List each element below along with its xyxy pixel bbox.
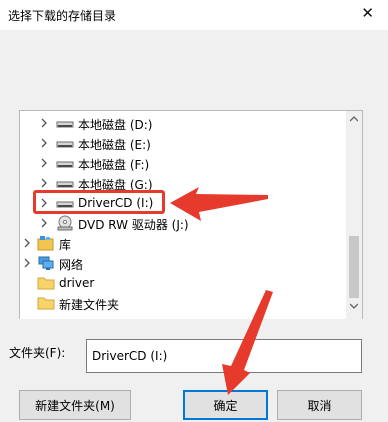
tree-item-label: 本地磁盘 (E:): [78, 138, 151, 152]
drive-icon: [56, 181, 74, 188]
tree-item-drive-d[interactable]: 本地磁盘 (D:): [20, 113, 346, 133]
ok-button[interactable]: 确定: [183, 390, 268, 420]
tree-item-drive-f[interactable]: 本地磁盘 (F:): [20, 153, 346, 173]
folder-field-label: 文件夹(F):: [9, 346, 66, 360]
chevron-right-icon[interactable]: [38, 156, 50, 170]
scroll-down-icon[interactable]: [350, 303, 358, 309]
drive-icon: [56, 161, 74, 168]
dialog-title: 选择下载的存储目录: [8, 9, 117, 23]
scroll-up-icon[interactable]: [350, 116, 358, 122]
tree-item-libraries[interactable]: 库: [20, 233, 346, 253]
scrollbar-thumb[interactable]: [349, 236, 359, 298]
tree-item-label: 本地磁盘 (F:): [78, 158, 150, 172]
tree-item-label: 新建文件夹: [59, 298, 120, 312]
chevron-right-icon[interactable]: [38, 136, 50, 150]
close-icon[interactable]: ✕: [361, 5, 374, 21]
folder-input[interactable]: [86, 339, 362, 373]
new-folder-button[interactable]: 新建文件夹(M): [19, 390, 131, 420]
tree-item-label: 网络: [59, 258, 84, 272]
folder-tree[interactable]: 本地磁盘 (D:) 本地磁盘 (E:) 本地磁盘 (F:) 本地磁盘 (G:) …: [19, 110, 363, 319]
chevron-right-icon[interactable]: [38, 116, 50, 130]
dvd-drive-icon: [57, 215, 73, 231]
annotation-highlight-box: [33, 190, 165, 214]
title-bar: 选择下载的存储目录 ✕: [0, 0, 388, 30]
chevron-right-icon[interactable]: [21, 236, 33, 250]
library-icon: [37, 236, 54, 251]
network-icon: [38, 256, 54, 270]
tree-item-label: 库: [59, 238, 72, 252]
chevron-right-icon[interactable]: [38, 176, 50, 190]
chevron-right-icon[interactable]: [38, 216, 50, 230]
vertical-scrollbar[interactable]: [346, 111, 362, 319]
cancel-button[interactable]: 取消: [277, 390, 362, 420]
chevron-right-icon[interactable]: [21, 256, 33, 270]
drive-icon: [56, 141, 74, 148]
tree-item-drive-e[interactable]: 本地磁盘 (E:): [20, 133, 346, 153]
folder-icon: [37, 297, 55, 310]
tree-item-driver[interactable]: driver: [20, 273, 346, 293]
tree-item-label: 本地磁盘 (D:): [78, 118, 153, 132]
tree-item-new-folder[interactable]: 新建文件夹: [20, 293, 346, 313]
tree-item-network[interactable]: 网络: [20, 253, 346, 273]
folder-icon: [37, 277, 55, 290]
tree-item-label: DVD RW 驱动器 (J:): [78, 218, 189, 232]
drive-icon: [56, 121, 74, 128]
tree-item-label: driver: [59, 276, 95, 290]
tree-item-dvd-drive[interactable]: DVD RW 驱动器 (J:): [20, 213, 346, 233]
